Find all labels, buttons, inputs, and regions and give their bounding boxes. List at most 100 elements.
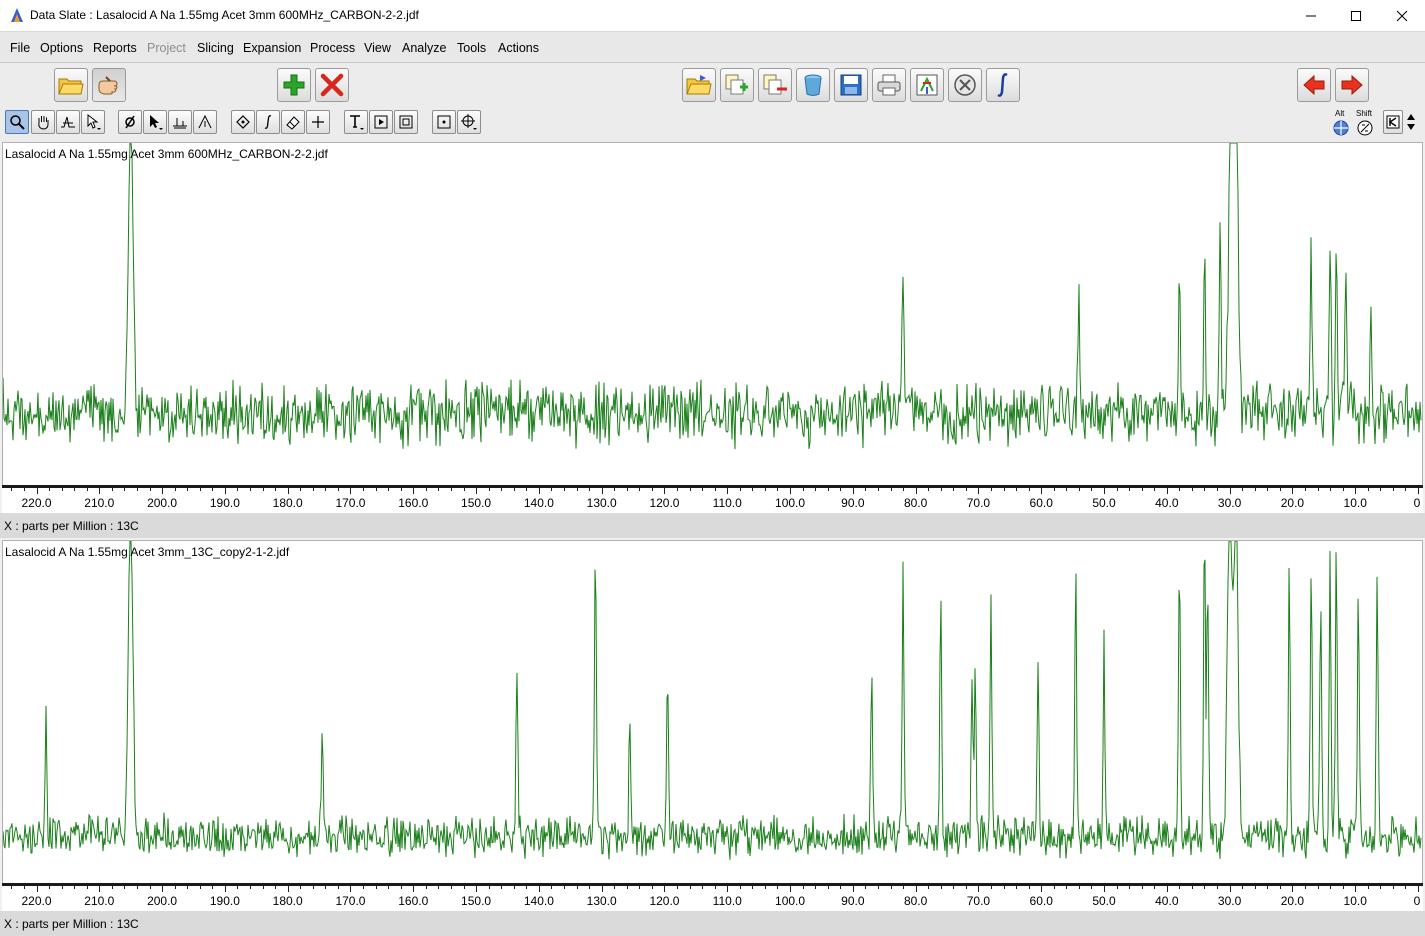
- axis-tick-label: 10.0: [1343, 894, 1367, 908]
- x-axis-1: 220.0 210.0 200.0 190.0 180.0 170.0 160.0 150.0…: [2, 485, 1423, 513]
- spectrum-plot-2[interactable]: [3, 541, 1422, 883]
- menu-expansion[interactable]: Expansion: [243, 41, 301, 55]
- pan-tool[interactable]: [31, 110, 55, 134]
- axis-tick-label: 160.0: [398, 894, 429, 908]
- axis-minor-tick: [1267, 886, 1269, 889]
- stop-button[interactable]: [948, 68, 982, 102]
- axis-minor-tick: [651, 488, 653, 491]
- axis-tick-label: 110.0: [712, 894, 742, 908]
- close-button[interactable]: [1379, 0, 1425, 31]
- axis-minor-tick: [1279, 488, 1281, 491]
- axis-caption-1: X : parts per Million : 13C: [4, 519, 139, 533]
- spinner-arrows-icon[interactable]: [1405, 112, 1417, 132]
- shift-scale-icon[interactable]: [1356, 119, 1374, 137]
- axis-minor-tick: [61, 886, 63, 889]
- spectrum-plot-1[interactable]: [3, 143, 1422, 485]
- axis-tick: [538, 886, 540, 892]
- print-button[interactable]: [872, 68, 906, 102]
- pointer-tool[interactable]: [81, 110, 105, 134]
- menu-actions[interactable]: Actions: [498, 41, 539, 55]
- axis-minor-tick: [425, 886, 427, 889]
- molecule-button[interactable]: [910, 68, 944, 102]
- close-icon: [1396, 10, 1408, 21]
- peak-tool[interactable]: [56, 110, 80, 134]
- next-button[interactable]: [1335, 68, 1369, 102]
- menu-slicing[interactable]: Slicing: [197, 41, 234, 55]
- crosshair-icon: [312, 116, 324, 128]
- diamond-tool[interactable]: [231, 110, 255, 134]
- axis-tick: [1104, 886, 1106, 892]
- axis-tick-label: 210.0: [84, 496, 115, 510]
- spectrum-panel-1[interactable]: Lasalocid A Na 1.55mg Acet 3mm 600MHz_CA…: [2, 142, 1423, 486]
- axis-tick-label: 90.0: [841, 496, 865, 510]
- axis-minor-tick: [1267, 488, 1269, 491]
- menu-options[interactable]: Options: [40, 41, 83, 55]
- stop-icon: [954, 74, 976, 96]
- dot-box-tool[interactable]: [432, 110, 456, 134]
- axis-tick-label: 150.0: [461, 894, 492, 908]
- copy-add-button[interactable]: [720, 68, 754, 102]
- integral-icon: [997, 73, 1008, 97]
- trash-button[interactable]: [796, 68, 830, 102]
- phase-tool[interactable]: [118, 110, 142, 134]
- integral-tool[interactable]: [256, 110, 280, 134]
- axis-tick: [413, 886, 415, 892]
- open-button[interactable]: [54, 68, 88, 102]
- save-button[interactable]: [834, 68, 868, 102]
- axis-minor-tick: [877, 886, 879, 889]
- previous-button[interactable]: [1297, 68, 1331, 102]
- menu-reports[interactable]: Reports: [93, 41, 137, 55]
- add-button[interactable]: [277, 68, 311, 102]
- axis-minor-tick: [438, 886, 440, 889]
- axis-minor-tick: [1066, 488, 1068, 491]
- hand-select-button[interactable]: [92, 68, 126, 102]
- axis-tick-label: 100.0: [775, 496, 806, 510]
- k-scale-button[interactable]: [1383, 110, 1403, 134]
- axis-minor-tick: [1304, 886, 1306, 889]
- integral-button[interactable]: [986, 68, 1020, 102]
- axis-minor-tick: [827, 488, 829, 491]
- axis-tick-label: 140.0: [523, 496, 554, 510]
- axis-tick: [476, 488, 478, 494]
- play-box-tool[interactable]: [369, 110, 393, 134]
- axis-tick: [36, 886, 38, 892]
- minimize-button[interactable]: [1288, 0, 1334, 31]
- axis-tick: [727, 488, 729, 494]
- axis-tick: [99, 488, 101, 494]
- axis-tick: [1418, 886, 1419, 892]
- axis-minor-tick: [438, 488, 440, 491]
- eraser-tool[interactable]: [281, 110, 305, 134]
- pointer-icon: [87, 113, 101, 130]
- menu-tools[interactable]: Tools: [457, 41, 486, 55]
- frame-tool[interactable]: [394, 110, 418, 134]
- move-tool[interactable]: [457, 110, 481, 134]
- axis-minor-tick: [325, 488, 327, 491]
- folder-open-button[interactable]: [682, 68, 716, 102]
- menu-view[interactable]: View: [364, 41, 391, 55]
- baseline-tool[interactable]: [168, 110, 192, 134]
- axis-minor-tick: [589, 886, 591, 889]
- cursor-tool[interactable]: [143, 110, 167, 134]
- crosshair-tool[interactable]: [306, 110, 330, 134]
- menu-file[interactable]: File: [10, 41, 30, 55]
- peak-pick-tool[interactable]: [193, 110, 217, 134]
- axis-minor-tick: [1028, 488, 1030, 491]
- axis-tick-label: 210.0: [84, 894, 115, 908]
- alt-crosshair-icon[interactable]: [1332, 119, 1350, 137]
- axis-minor-tick: [111, 488, 113, 491]
- axis-minor-tick: [777, 488, 779, 491]
- maximize-button[interactable]: [1333, 0, 1379, 31]
- delete-button[interactable]: [315, 68, 349, 102]
- menu-project[interactable]: Project: [147, 41, 186, 55]
- axis-tick-label: 150.0: [461, 496, 492, 510]
- text-tool[interactable]: [344, 110, 368, 134]
- zoom-tool[interactable]: [5, 110, 29, 134]
- play-box-icon: [374, 115, 388, 129]
- axis-tick: [1041, 488, 1043, 494]
- spectrum-panel-2[interactable]: Lasalocid A Na 1.55mg Acet 3mm_13C_copy2…: [2, 540, 1423, 884]
- axis-tick: [1418, 488, 1419, 494]
- menu-analyze[interactable]: Analyze: [402, 41, 446, 55]
- menu-process[interactable]: Process: [310, 41, 355, 55]
- axis-tick-label: 120.0: [649, 894, 680, 908]
- copy-remove-button[interactable]: [758, 68, 792, 102]
